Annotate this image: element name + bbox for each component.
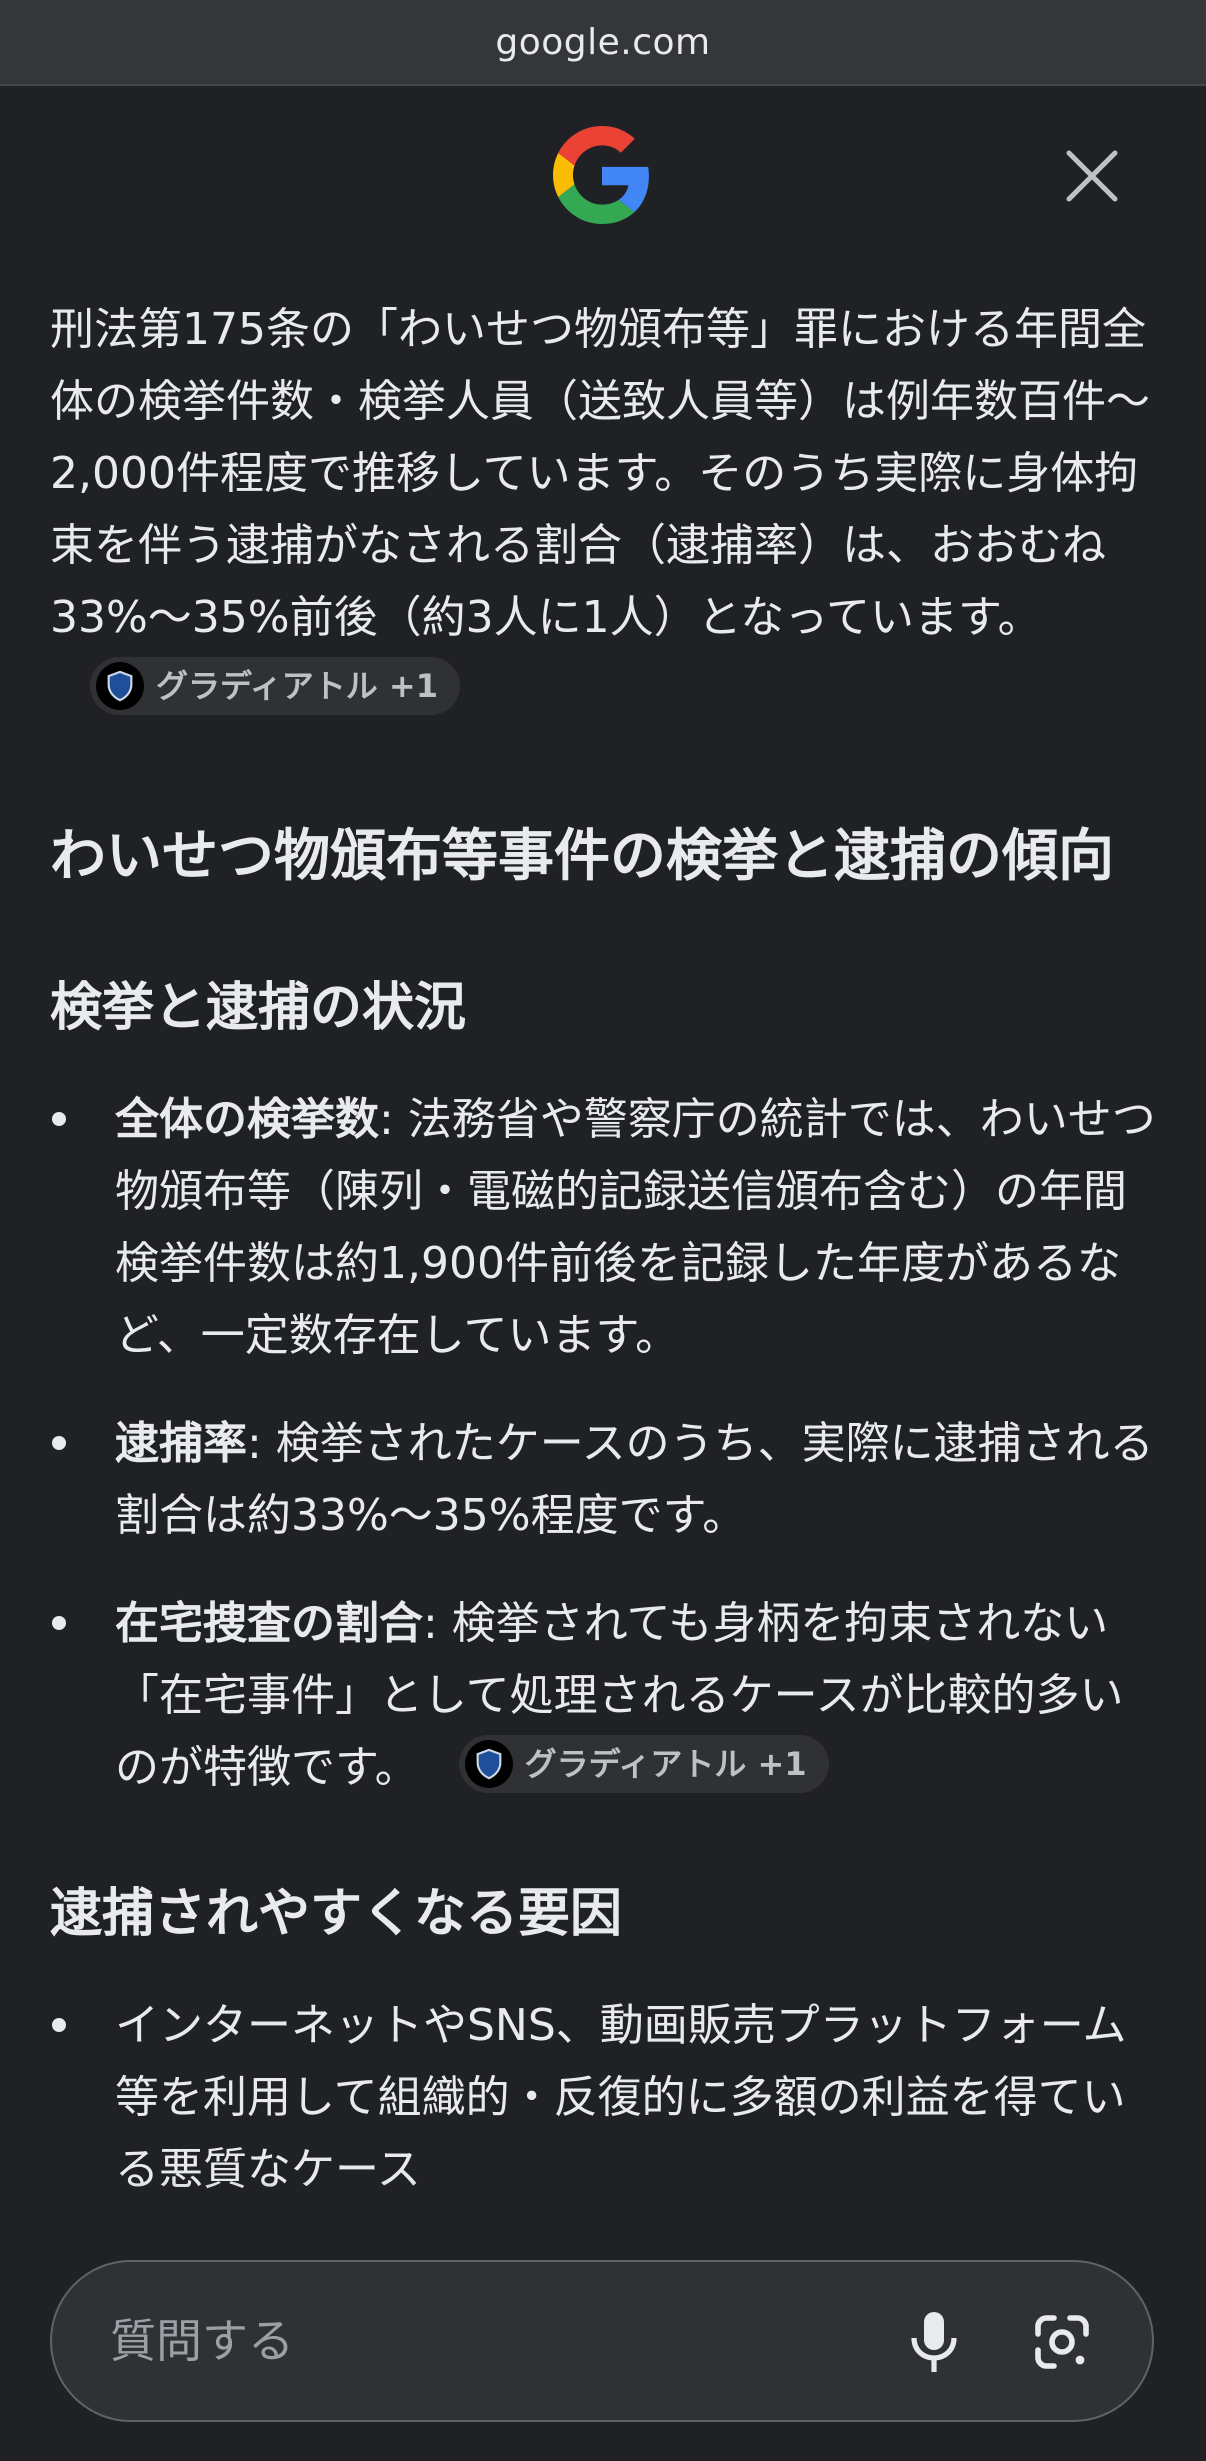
section-heading-status: 検挙と逮捕の状況 [50,978,467,1038]
camera-lens-icon [1035,2315,1089,2369]
voice-search-button[interactable] [894,2302,974,2382]
intro-text: 刑法第175条の「わいせつ物頒布等」罪における年間全体の検挙件数・検挙人員（送致… [50,304,1150,643]
list-item: 全体の検挙数: 法務省や警察庁の統計では、わいせつ物頒布等（陳列・電磁的記録送信… [50,1084,1160,1372]
microphone-icon [911,2312,957,2372]
section-heading-trends: わいせつ物頒布等事件の検挙と逮捕の傾向 [50,824,1114,889]
status-list: 全体の検挙数: 法務省や警察庁の統計では、わいせつ物頒布等（陳列・電磁的記録送信… [50,1084,1160,1804]
list-item-label: 全体の検挙数 [115,1094,379,1145]
factors-list: インターネットやSNS、動画販売プラットフォーム等を利用して組織的・反復的に多額… [50,1990,1160,2206]
lens-search-button[interactable] [1020,2302,1104,2382]
list-item-text: インターネットやSNS、動画販売プラットフォーム等を利用して組織的・反復的に多額… [115,2000,1127,2195]
gladiator-shield-icon [464,1740,513,1788]
gladiator-shield-icon [96,662,144,710]
list-item: 逮捕率: 検挙されたケースのうち、実際に逮捕される割合は約33%〜35%程度です… [50,1408,1160,1552]
google-g-logo [553,126,649,224]
close-button[interactable] [1062,146,1122,206]
ai-answer-content: 刑法第175条の「わいせつ物頒布等」罪における年間全体の検挙件数・検挙人員（送致… [50,294,1160,2242]
source-chip-label: グラディアトル +1 [156,667,438,705]
list-item-text: : 検挙されたケースのうち、実際に逮捕される割合は約33%〜35%程度です。 [115,1418,1154,1541]
ask-input[interactable] [108,2313,912,2369]
source-chip[interactable]: グラディアトル +1 [90,657,460,715]
url-text: google.com [495,21,711,63]
list-item-label: 在宅捜査の割合 [115,1598,423,1649]
intro-paragraph: 刑法第175条の「わいせつ物頒布等」罪における年間全体の検挙件数・検挙人員（送致… [50,294,1160,726]
source-chip[interactable]: グラディアトル +1 [458,1735,829,1793]
section-heading-factors: 逮捕されやすくなる要因 [50,1884,623,1944]
source-chip-label: グラディアトル +1 [524,1745,807,1783]
list-item-label: 逮捕率 [115,1418,247,1469]
ask-bar[interactable] [50,2260,1154,2422]
browser-url-bar[interactable]: google.com [0,0,1206,86]
close-icon [1066,150,1118,202]
list-item: 在宅捜査の割合: 検挙されても身柄を拘束されない「在宅事件」として処理されるケー… [50,1588,1160,1804]
list-item: インターネットやSNS、動画販売プラットフォーム等を利用して組織的・反復的に多額… [50,1990,1160,2206]
